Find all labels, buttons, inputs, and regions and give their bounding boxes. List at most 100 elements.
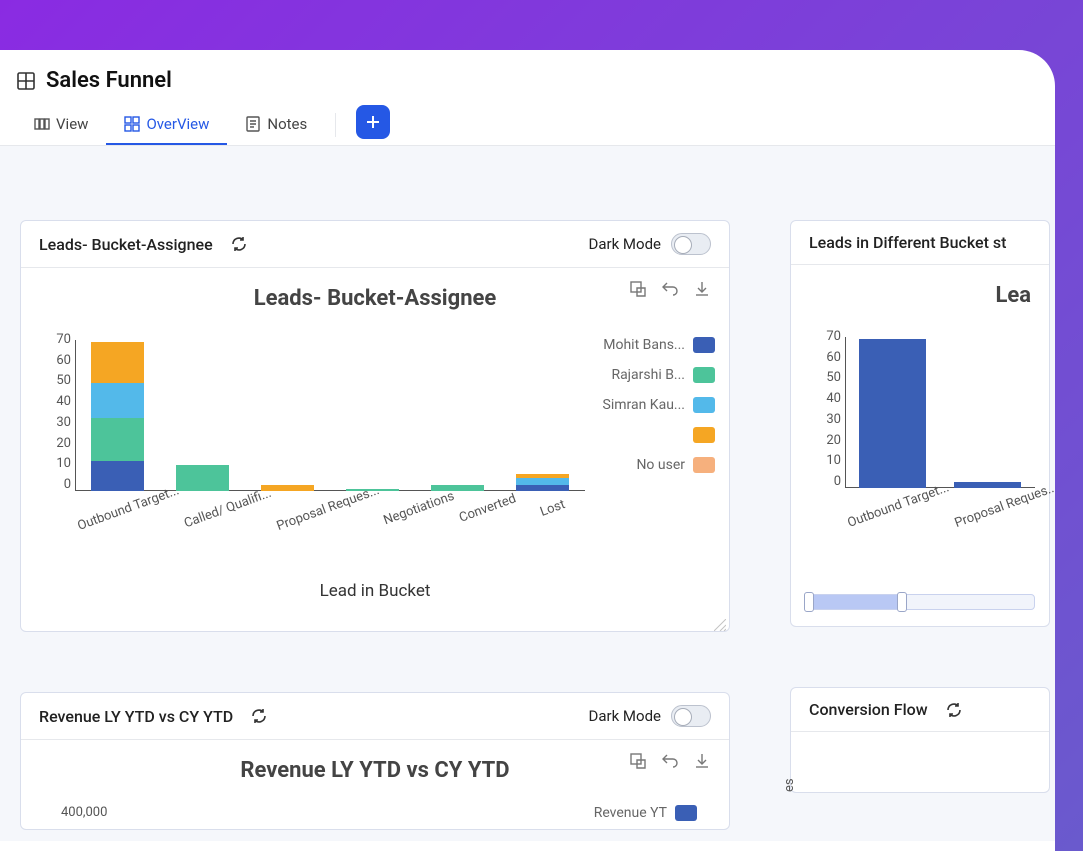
undo-icon[interactable] — [661, 752, 679, 770]
bar-segment[interactable] — [516, 485, 569, 491]
x-axis-title: Lead in Bucket — [35, 581, 715, 601]
refresh-icon[interactable] — [231, 236, 247, 252]
y-tick-label: 10 — [826, 454, 841, 467]
resize-icon[interactable] — [629, 752, 647, 770]
y-tick-label: 10 — [56, 457, 71, 470]
card-header: Leads- Bucket-Assignee Dark Mode — [21, 221, 729, 268]
card-conversion-flow: Conversion Flow es — [790, 687, 1050, 793]
legend-label: Revenue YT — [594, 805, 667, 821]
bar-stack[interactable] — [176, 465, 229, 491]
tab-notes-label: Notes — [267, 115, 307, 133]
bar-segment[interactable] — [91, 418, 144, 461]
x-tick-label: Lost — [538, 497, 567, 520]
y-tick-label: 20 — [826, 434, 841, 447]
tab-view-label: View — [56, 115, 88, 133]
grid-icon — [16, 71, 36, 91]
chart-toolbar — [629, 752, 711, 770]
swatch-nouser — [693, 457, 715, 473]
bar-segment[interactable] — [859, 339, 926, 488]
y-tick-label: 70 — [56, 333, 71, 346]
y-tick-label: 40 — [826, 392, 841, 405]
view-icon — [34, 116, 50, 132]
page-header: Sales Funnel — [0, 50, 1055, 101]
y-tick-label: 50 — [826, 371, 841, 384]
bar-segment[interactable] — [91, 383, 144, 418]
card-leads-bucket-stages: Leads in Different Bucket st Lea 7060504… — [790, 220, 1050, 627]
chart-legend: Mohit Bans... Rajarshi B... Simran Kau..… — [585, 333, 715, 533]
y-tick-label: 50 — [56, 374, 71, 387]
page-title: Sales Funnel — [46, 68, 172, 93]
dashboard-col-right: Leads in Different Bucket st Lea 7060504… — [790, 220, 1050, 841]
undo-icon[interactable] — [661, 280, 679, 298]
swatch-rajarshi — [693, 367, 715, 383]
swatch-orange — [693, 427, 715, 443]
chart-plot: 706050403020100 Outbound Target...Called… — [35, 333, 585, 533]
tab-divider — [335, 113, 336, 137]
y-tick-label: 30 — [56, 416, 71, 429]
card-leads-bucket-assignee: Leads- Bucket-Assignee Dark Mode Leads- … — [20, 220, 730, 632]
dark-mode-toggle[interactable] — [671, 705, 711, 727]
bar-slot — [845, 337, 940, 488]
dashboard-area: Leads- Bucket-Assignee Dark Mode Leads- … — [0, 146, 1055, 841]
legend-item[interactable]: Rajarshi B... — [595, 367, 715, 383]
refresh-icon[interactable] — [251, 708, 267, 724]
resize-handle-icon[interactable] — [714, 616, 726, 628]
bar-stack[interactable] — [91, 342, 144, 491]
bar-slot — [330, 340, 415, 491]
card-title: Conversion Flow — [809, 700, 928, 719]
card-header: Leads in Different Bucket st — [791, 221, 1049, 265]
dark-mode-toggle[interactable] — [671, 233, 711, 255]
y-tick-label: 60 — [826, 351, 841, 364]
slider-handle-right[interactable] — [897, 592, 907, 612]
legend-item[interactable]: No user — [595, 457, 715, 473]
chart-leads-bucket-assignee: Leads- Bucket-Assignee 706050403020100 O… — [21, 268, 729, 631]
resize-icon[interactable] — [629, 280, 647, 298]
add-tab-button[interactable] — [356, 105, 390, 139]
bar-segment[interactable] — [954, 482, 1021, 488]
chart-leads-bucket-stages: Lea 706050403020100 Outbound Target...Pr… — [791, 265, 1049, 626]
card-title: Leads in Different Bucket st — [809, 233, 1007, 252]
y-tick-label: 0 — [64, 478, 71, 491]
x-tick-label: Called/ Qualifi... — [182, 486, 273, 531]
dark-mode-label: Dark Mode — [589, 707, 661, 725]
bar[interactable] — [859, 339, 926, 488]
y-tick-label: 40 — [56, 395, 71, 408]
download-icon[interactable] — [693, 280, 711, 298]
legend-item[interactable]: Mohit Bans... — [595, 337, 715, 353]
legend-item[interactable]: Simran Kau... — [595, 397, 715, 413]
refresh-icon[interactable] — [946, 702, 962, 718]
chart-title: Lea — [805, 283, 1035, 308]
tab-notes[interactable]: Notes — [227, 105, 325, 145]
download-icon[interactable] — [693, 752, 711, 770]
bar-stack[interactable] — [431, 485, 484, 491]
chart-toolbar — [629, 280, 711, 298]
y-tick-label: 30 — [826, 413, 841, 426]
card-title: Revenue LY YTD vs CY YTD — [39, 707, 233, 726]
bar-segment[interactable] — [91, 461, 144, 491]
overview-icon — [124, 116, 140, 132]
bar-segment[interactable] — [176, 465, 229, 491]
card-header: Revenue LY YTD vs CY YTD Dark Mode — [21, 693, 729, 740]
y-axis-label-partial: es — [782, 778, 797, 792]
notes-icon — [245, 116, 261, 132]
tab-bar: View OverView Notes — [0, 101, 1055, 146]
bar[interactable] — [954, 482, 1021, 488]
swatch-mohit — [693, 337, 715, 353]
card-revenue-ytd: Revenue LY YTD vs CY YTD Dark Mode Reven… — [20, 692, 730, 830]
bar-slot — [75, 340, 160, 491]
dashboard-col-left: Leads- Bucket-Assignee Dark Mode Leads- … — [20, 220, 730, 841]
slider-handle-left[interactable] — [804, 592, 814, 612]
legend-item[interactable] — [595, 427, 715, 443]
bar-segment[interactable] — [431, 485, 484, 491]
bar-slot — [160, 340, 245, 491]
dark-mode-label: Dark Mode — [589, 235, 661, 253]
card-title: Leads- Bucket-Assignee — [39, 235, 213, 254]
y-tick-label: 400,000 — [35, 805, 107, 820]
chart-title: Revenue LY YTD vs CY YTD — [35, 758, 715, 783]
bar-stack[interactable] — [516, 474, 569, 491]
tab-view[interactable]: View — [16, 105, 106, 145]
range-slider[interactable] — [805, 594, 1035, 610]
bar-segment[interactable] — [91, 342, 144, 383]
app-window: Sales Funnel View OverView Notes — [0, 50, 1055, 851]
tab-overview[interactable]: OverView — [106, 105, 227, 145]
